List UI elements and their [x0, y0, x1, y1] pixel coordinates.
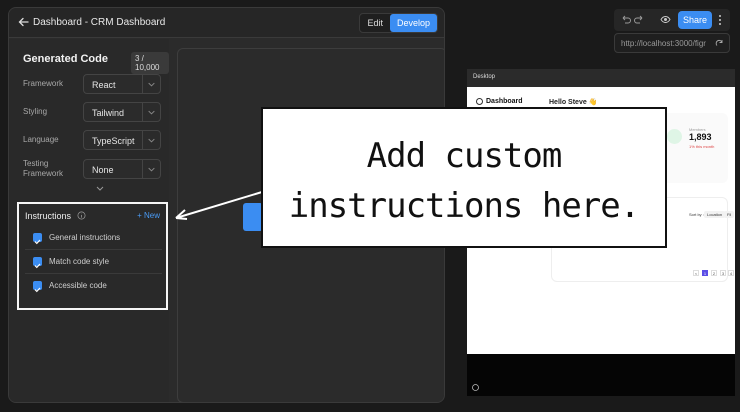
- preview-footer: [467, 354, 735, 396]
- callout-line-1: Add custom: [366, 136, 563, 176]
- annotation-callout: Add custom instructions here.: [261, 107, 667, 248]
- stat-delta: 1% this month: [689, 144, 715, 149]
- section-title: Generated Code: [23, 53, 108, 65]
- more-vertical-icon[interactable]: [716, 13, 724, 27]
- chevron-down-icon: [142, 160, 155, 178]
- language-select[interactable]: TypeScript: [83, 130, 161, 150]
- location-chip: Location: [704, 211, 726, 218]
- testing-value: None: [92, 165, 114, 175]
- chevron-down-icon: [142, 75, 155, 93]
- share-button[interactable]: Share: [678, 11, 712, 29]
- callout-arrow-icon: [175, 191, 263, 220]
- testing-label: Testing Framework: [23, 159, 64, 178]
- framework-row: Framework React: [23, 74, 163, 94]
- testing-row: Testing Framework None: [23, 159, 163, 179]
- checkbox-checked-icon[interactable]: [33, 281, 42, 293]
- language-label: Language: [23, 135, 59, 144]
- instruction-item[interactable]: Accessible code: [25, 274, 162, 298]
- language-row: Language TypeScript: [23, 130, 163, 150]
- instruction-item[interactable]: General instructions: [25, 226, 162, 250]
- callout-line-2: instructions here.: [288, 186, 640, 226]
- page-prev: <: [693, 270, 699, 276]
- preview-label: Desktop: [473, 74, 496, 80]
- usage-counter: 3 / 10,000: [131, 52, 169, 74]
- stat-value: 1,893: [689, 132, 712, 142]
- styling-label: Styling: [23, 107, 48, 116]
- page-4: 4: [728, 270, 734, 276]
- members-icon: [667, 129, 682, 144]
- testing-select[interactable]: None: [83, 159, 161, 179]
- instruction-label: General instructions: [49, 233, 121, 242]
- instructions-panel: Instructions + New General instructions …: [17, 202, 168, 310]
- reload-icon[interactable]: [714, 38, 724, 48]
- instruction-label: Accessible code: [49, 281, 107, 290]
- styling-select[interactable]: Tailwind: [83, 102, 161, 122]
- framework-label: Framework: [23, 79, 64, 88]
- page-2: 2: [711, 270, 717, 276]
- instruction-item[interactable]: Match code style: [25, 250, 162, 274]
- chevron-down-icon: [142, 131, 155, 149]
- language-value: TypeScript: [92, 136, 135, 146]
- title-bar: Dashboard - CRM Dashboard Edit Develop: [9, 8, 444, 38]
- browser-toolbar: [614, 9, 730, 31]
- mode-toggle[interactable]: Edit Develop: [359, 13, 438, 33]
- filter-chip: Fil: [724, 211, 735, 218]
- dashboard-logo-icon: [476, 98, 483, 105]
- framework-value: React: [92, 80, 116, 90]
- tab-develop[interactable]: Develop: [389, 14, 437, 32]
- window-title: Dashboard - CRM Dashboard: [33, 17, 166, 28]
- chevron-down-icon: [142, 103, 155, 121]
- callout-text: Add custom instructions here.: [263, 131, 665, 231]
- tab-edit[interactable]: Edit: [360, 14, 390, 32]
- back-arrow-icon[interactable]: [17, 15, 31, 29]
- styling-row: Styling Tailwind: [23, 102, 163, 122]
- framework-select[interactable]: React: [83, 74, 161, 94]
- checkbox-checked-icon[interactable]: [33, 257, 42, 269]
- new-instruction-button[interactable]: + New: [137, 211, 160, 220]
- eye-icon[interactable]: [660, 14, 671, 25]
- page-3: 3: [720, 270, 726, 276]
- url-bar[interactable]: http://localhost:3000/figr: [614, 33, 730, 53]
- settings-sidebar: Generated Code 3 / 10,000 Framework Reac…: [9, 39, 169, 402]
- instruction-label: Match code style: [49, 257, 110, 266]
- info-icon[interactable]: [77, 211, 86, 220]
- redo-icon[interactable]: [634, 14, 645, 25]
- preview-brand: Dashboard: [486, 98, 523, 105]
- preview-header: Desktop: [467, 69, 735, 87]
- preview-greeting: Hello Steve 👋: [549, 99, 598, 106]
- url-text[interactable]: http://localhost:3000/figr: [621, 39, 707, 48]
- styling-value: Tailwind: [92, 108, 125, 118]
- checkbox-checked-icon[interactable]: [33, 233, 42, 245]
- page-1: 1: [702, 270, 708, 276]
- undo-icon[interactable]: [620, 14, 631, 25]
- device-icon: [472, 384, 479, 391]
- collapse-chevron-icon[interactable]: [95, 185, 105, 193]
- instructions-title: Instructions: [25, 211, 72, 221]
